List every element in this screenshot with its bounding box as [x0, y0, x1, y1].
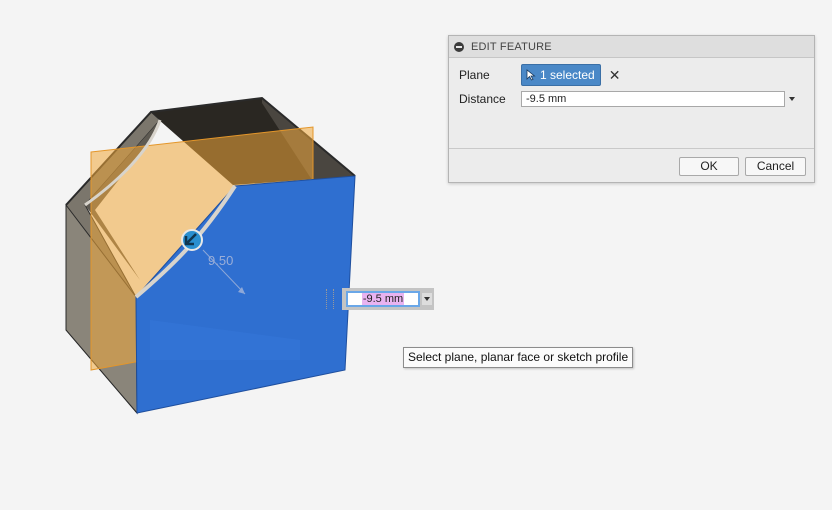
inline-distance-input[interactable]: -9.5 mm [346, 291, 420, 307]
distance-label: Distance [459, 92, 506, 106]
distance-input[interactable]: -9.5 mm [521, 91, 785, 107]
grip-handle[interactable] [326, 289, 334, 309]
plane-selection-button[interactable]: 1 selected [521, 64, 601, 86]
plane-selection-text: 1 selected [540, 68, 595, 82]
tooltip: Select plane, planar face or sketch prof… [403, 347, 634, 368]
dimension-label: 9.50 [208, 253, 233, 268]
distance-row: Distance -9.5 mm [459, 91, 795, 107]
inline-dropdown-arrow-icon[interactable] [422, 293, 432, 305]
plane-label: Plane [459, 68, 490, 82]
collapse-icon[interactable] [454, 41, 464, 52]
edit-feature-dialog: EDIT FEATURE Plane 1 selected ✕ Distance… [448, 35, 815, 183]
clear-selection-icon[interactable]: ✕ [609, 67, 621, 84]
ok-button[interactable]: OK [679, 157, 739, 176]
distance-dropdown-arrow-icon[interactable] [789, 97, 795, 101]
dialog-separator [449, 148, 814, 149]
cancel-button[interactable]: Cancel [745, 157, 806, 176]
dialog-title: EDIT FEATURE [471, 40, 552, 53]
cursor-arrow-icon [526, 69, 536, 81]
plane-row: Plane 1 selected ✕ [459, 64, 620, 86]
drag-handle-icon[interactable] [181, 229, 203, 251]
inline-distance-box[interactable]: -9.5 mm [326, 288, 434, 310]
dialog-titlebar[interactable]: EDIT FEATURE [449, 36, 814, 58]
